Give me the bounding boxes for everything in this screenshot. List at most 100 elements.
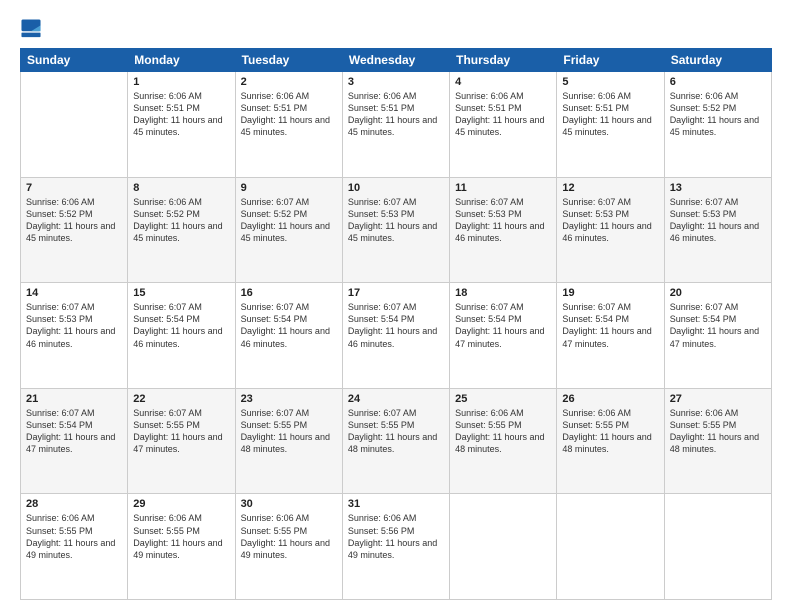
calendar-cell: 12 Sunrise: 6:07 AM Sunset: 5:53 PM Dayli… (557, 177, 664, 283)
cell-info: Sunrise: 6:07 AM Sunset: 5:55 PM Dayligh… (348, 407, 444, 456)
calendar-cell: 11 Sunrise: 6:07 AM Sunset: 5:53 PM Dayli… (450, 177, 557, 283)
calendar-cell (21, 72, 128, 178)
cell-info: Sunrise: 6:07 AM Sunset: 5:53 PM Dayligh… (348, 196, 444, 245)
day-number: 17 (348, 287, 444, 299)
calendar-cell: 27Sunrise: 6:06 AM Sunset: 5:55 PM Dayli… (664, 388, 771, 494)
day-number: 30 (241, 498, 337, 510)
day-number: 6 (670, 76, 766, 88)
day-number: 13 (670, 182, 766, 194)
day-number: 4 (455, 76, 551, 88)
day-number: 15 (133, 287, 229, 299)
cell-info: Sunrise: 6:07 AM Sunset: 5:54 PM Dayligh… (241, 301, 337, 350)
col-header-sunday: Sunday (21, 49, 128, 72)
calendar-table: SundayMondayTuesdayWednesdayThursdayFrid… (20, 48, 772, 600)
cell-info: Sunrise: 6:07 AM Sunset: 5:53 PM Dayligh… (455, 196, 551, 245)
calendar-cell: 29Sunrise: 6:06 AM Sunset: 5:55 PM Dayli… (128, 494, 235, 600)
cell-info: Sunrise: 6:06 AM Sunset: 5:56 PM Dayligh… (348, 512, 444, 561)
day-number: 21 (26, 393, 122, 405)
day-number: 28 (26, 498, 122, 510)
day-number: 27 (670, 393, 766, 405)
cell-info: Sunrise: 6:07 AM Sunset: 5:54 PM Dayligh… (26, 407, 122, 456)
calendar-cell: 15 Sunrise: 6:07 AM Sunset: 5:54 PM Dayli… (128, 283, 235, 389)
col-header-monday: Monday (128, 49, 235, 72)
calendar-cell: 21 Sunrise: 6:07 AM Sunset: 5:54 PM Dayli… (21, 388, 128, 494)
calendar-week-row: 7 Sunrise: 6:06 AM Sunset: 5:52 PM Daylig… (21, 177, 772, 283)
day-number: 12 (562, 182, 658, 194)
calendar-cell: 25 Sunrise: 6:06 AM Sunset: 5:55 PM Dayli… (450, 388, 557, 494)
logo-icon (20, 18, 42, 40)
calendar-week-row: 14 Sunrise: 6:07 AM Sunset: 5:53 PM Dayli… (21, 283, 772, 389)
cell-info: Sunrise: 6:06 AM Sunset: 5:52 PM Dayligh… (26, 196, 122, 245)
cell-info: Sunrise: 6:06 AM Sunset: 5:55 PM Dayligh… (26, 512, 122, 561)
calendar-cell: 7 Sunrise: 6:06 AM Sunset: 5:52 PM Daylig… (21, 177, 128, 283)
cell-info: Sunrise: 6:06 AM Sunset: 5:55 PM Dayligh… (562, 407, 658, 456)
day-number: 8 (133, 182, 229, 194)
calendar-cell: 17 Sunrise: 6:07 AM Sunset: 5:54 PM Dayli… (342, 283, 449, 389)
calendar-cell: 22 Sunrise: 6:07 AM Sunset: 5:55 PM Dayli… (128, 388, 235, 494)
day-number: 10 (348, 182, 444, 194)
calendar-cell: 24 Sunrise: 6:07 AM Sunset: 5:55 PM Dayli… (342, 388, 449, 494)
cell-info: Sunrise: 6:06 AM Sunset: 5:55 PM Dayligh… (455, 407, 551, 456)
calendar-week-row: 28 Sunrise: 6:06 AM Sunset: 5:55 PM Dayli… (21, 494, 772, 600)
col-header-wednesday: Wednesday (342, 49, 449, 72)
page: SundayMondayTuesdayWednesdayThursdayFrid… (0, 0, 792, 612)
day-number: 9 (241, 182, 337, 194)
day-number: 16 (241, 287, 337, 299)
calendar-cell (557, 494, 664, 600)
calendar-cell: 13 Sunrise: 6:07 AM Sunset: 5:53 PM Dayli… (664, 177, 771, 283)
day-number: 31 (348, 498, 444, 510)
day-number: 2 (241, 76, 337, 88)
cell-info: Sunrise: 6:06 AM Sunset: 5:52 PM Dayligh… (133, 196, 229, 245)
day-number: 3 (348, 76, 444, 88)
cell-info: Sunrise: 6:07 AM Sunset: 5:54 PM Dayligh… (133, 301, 229, 350)
cell-info: Sunrise: 6:06 AM Sunset: 5:55 PM Dayligh… (241, 512, 337, 561)
cell-info: Sunrise: 6:07 AM Sunset: 5:53 PM Dayligh… (562, 196, 658, 245)
cell-info: Sunrise: 6:06 AM Sunset: 5:51 PM Dayligh… (562, 90, 658, 139)
cell-info: Sunrise: 6:07 AM Sunset: 5:55 PM Dayligh… (133, 407, 229, 456)
col-header-friday: Friday (557, 49, 664, 72)
calendar-week-row: 1Sunrise: 6:06 AM Sunset: 5:51 PM Daylig… (21, 72, 772, 178)
calendar-cell (450, 494, 557, 600)
calendar-cell: 8 Sunrise: 6:06 AM Sunset: 5:52 PM Daylig… (128, 177, 235, 283)
cell-info: Sunrise: 6:06 AM Sunset: 5:51 PM Dayligh… (455, 90, 551, 139)
day-number: 19 (562, 287, 658, 299)
col-header-saturday: Saturday (664, 49, 771, 72)
calendar-cell: 10 Sunrise: 6:07 AM Sunset: 5:53 PM Dayli… (342, 177, 449, 283)
day-number: 7 (26, 182, 122, 194)
calendar-cell: 16 Sunrise: 6:07 AM Sunset: 5:54 PM Dayli… (235, 283, 342, 389)
cell-info: Sunrise: 6:07 AM Sunset: 5:52 PM Dayligh… (241, 196, 337, 245)
day-number: 22 (133, 393, 229, 405)
day-number: 24 (348, 393, 444, 405)
calendar-cell: 5 Sunrise: 6:06 AM Sunset: 5:51 PM Daylig… (557, 72, 664, 178)
cell-info: Sunrise: 6:07 AM Sunset: 5:54 PM Dayligh… (670, 301, 766, 350)
calendar-cell: 18 Sunrise: 6:07 AM Sunset: 5:54 PM Dayli… (450, 283, 557, 389)
calendar-cell: 3 Sunrise: 6:06 AM Sunset: 5:51 PM Daylig… (342, 72, 449, 178)
cell-info: Sunrise: 6:07 AM Sunset: 5:55 PM Dayligh… (241, 407, 337, 456)
col-header-thursday: Thursday (450, 49, 557, 72)
calendar-cell: 9 Sunrise: 6:07 AM Sunset: 5:52 PM Daylig… (235, 177, 342, 283)
calendar-cell: 28 Sunrise: 6:06 AM Sunset: 5:55 PM Dayli… (21, 494, 128, 600)
cell-info: Sunrise: 6:07 AM Sunset: 5:53 PM Dayligh… (670, 196, 766, 245)
calendar-week-row: 21 Sunrise: 6:07 AM Sunset: 5:54 PM Dayli… (21, 388, 772, 494)
day-number: 11 (455, 182, 551, 194)
cell-info: Sunrise: 6:07 AM Sunset: 5:54 PM Dayligh… (455, 301, 551, 350)
calendar-cell (664, 494, 771, 600)
cell-info: Sunrise: 6:07 AM Sunset: 5:54 PM Dayligh… (348, 301, 444, 350)
calendar-cell: 23 Sunrise: 6:07 AM Sunset: 5:55 PM Dayli… (235, 388, 342, 494)
calendar-cell: 26 Sunrise: 6:06 AM Sunset: 5:55 PM Dayli… (557, 388, 664, 494)
day-number: 18 (455, 287, 551, 299)
day-number: 25 (455, 393, 551, 405)
cell-info: Sunrise: 6:07 AM Sunset: 5:53 PM Dayligh… (26, 301, 122, 350)
day-number: 23 (241, 393, 337, 405)
calendar-header-row: SundayMondayTuesdayWednesdayThursdayFrid… (21, 49, 772, 72)
calendar-cell: 19 Sunrise: 6:07 AM Sunset: 5:54 PM Dayli… (557, 283, 664, 389)
day-number: 20 (670, 287, 766, 299)
day-number: 5 (562, 76, 658, 88)
day-number: 29 (133, 498, 229, 510)
calendar-cell: 1Sunrise: 6:06 AM Sunset: 5:51 PM Daylig… (128, 72, 235, 178)
cell-info: Sunrise: 6:06 AM Sunset: 5:51 PM Dayligh… (348, 90, 444, 139)
cell-info: Sunrise: 6:07 AM Sunset: 5:54 PM Dayligh… (562, 301, 658, 350)
day-number: 26 (562, 393, 658, 405)
calendar-cell: 30 Sunrise: 6:06 AM Sunset: 5:55 PM Dayli… (235, 494, 342, 600)
day-number: 14 (26, 287, 122, 299)
